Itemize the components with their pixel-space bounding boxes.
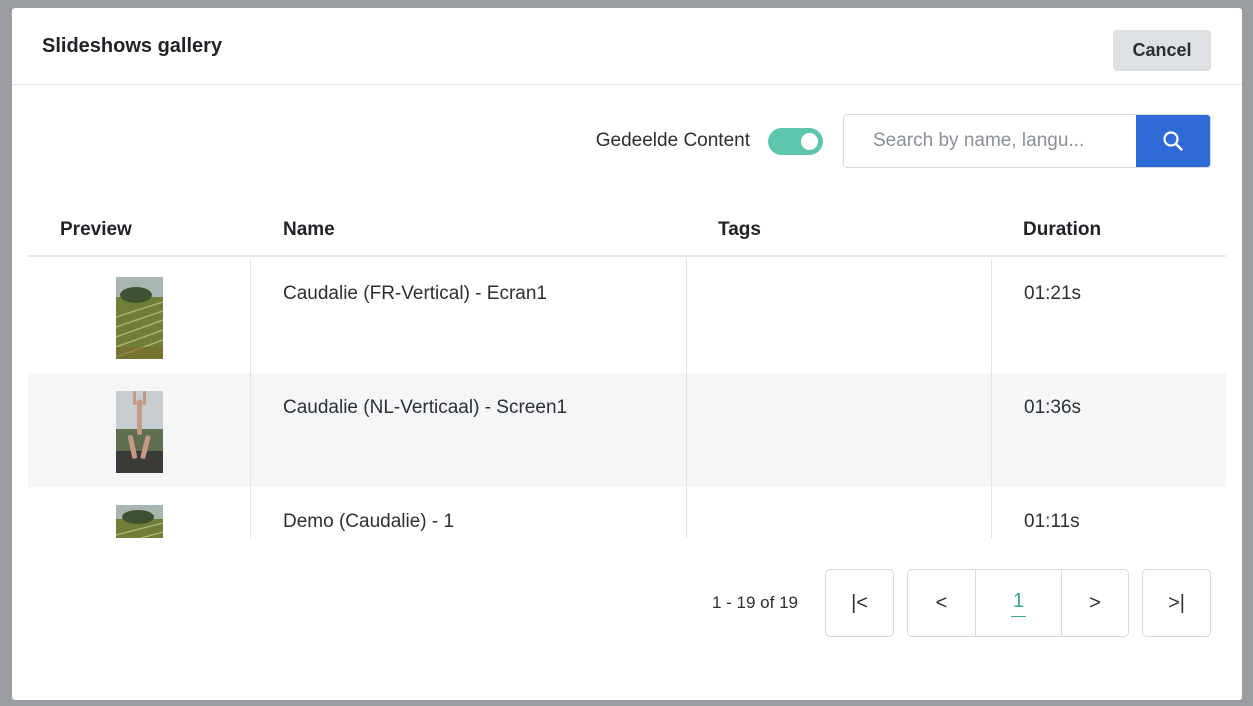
preview-cell — [28, 373, 251, 487]
cancel-button[interactable]: Cancel — [1113, 30, 1211, 71]
column-header-tags: Tags — [718, 219, 761, 240]
search-input[interactable] — [844, 115, 1136, 167]
chevron-right-icon: > — [1089, 591, 1101, 614]
previous-page-button[interactable]: < — [908, 570, 975, 636]
column-header-preview: Preview — [60, 219, 132, 240]
table-header: Preview Name Tags Duration — [28, 211, 1226, 257]
name-cell: Demo (Caudalie) - 1 — [251, 487, 687, 538]
current-page-number: 1 — [1010, 590, 1027, 617]
tags-cell — [687, 487, 992, 538]
slideshow-thumbnail — [116, 391, 163, 473]
toolbar: Gedeelde Content — [596, 114, 1211, 168]
name-cell: Caudalie (FR-Vertical) - Ecran1 — [251, 259, 687, 373]
search-button[interactable] — [1136, 115, 1210, 167]
page-number-button[interactable]: 1 — [975, 570, 1061, 636]
search-box — [843, 114, 1211, 168]
chevron-left-icon: < — [935, 591, 948, 614]
table-row[interactable]: Demo (Caudalie) - 1 01:11s — [28, 487, 1226, 538]
next-page-button[interactable]: > — [1061, 570, 1128, 636]
page-range-label: 1 - 19 of 19 — [711, 593, 798, 612]
slideshow-name: Demo (Caudalie) - 1 — [283, 511, 455, 532]
column-header-name: Name — [283, 219, 335, 240]
duration-cell: 01:36s — [992, 373, 1226, 487]
preview-cell — [28, 259, 251, 373]
slideshow-name: Caudalie (FR-Vertical) - Ecran1 — [283, 283, 547, 304]
modal-title: Slideshows gallery — [42, 35, 223, 57]
tags-cell — [687, 259, 992, 373]
duration-cell: 01:21s — [992, 259, 1226, 373]
modal-header: Slideshows gallery Cancel — [12, 8, 1242, 85]
tags-cell — [687, 373, 992, 487]
page-navigation-group: < 1 > — [907, 569, 1129, 637]
slideshows-gallery-modal: Slideshows gallery Cancel Gedeelde Conte… — [12, 8, 1242, 700]
shared-content-label: Gedeelde Content — [595, 130, 750, 151]
slideshow-duration: 01:11s — [1024, 511, 1080, 532]
first-page-icon: |< — [851, 591, 868, 614]
table-row[interactable]: Caudalie (FR-Vertical) - Ecran1 01:21s — [28, 259, 1226, 373]
name-cell: Caudalie (NL-Verticaal) - Screen1 — [251, 373, 687, 487]
table-row[interactable]: Caudalie (NL-Verticaal) - Screen1 01:36s — [28, 373, 1226, 487]
table-body: Caudalie (FR-Vertical) - Ecran1 01:21s C… — [28, 259, 1226, 538]
duration-cell: 01:11s — [992, 487, 1226, 538]
preview-cell — [28, 487, 251, 538]
first-page-button[interactable]: |< — [825, 569, 894, 637]
shared-content-toggle[interactable] — [768, 127, 823, 155]
column-header-duration: Duration — [1023, 219, 1102, 240]
search-icon — [1162, 130, 1184, 152]
slideshow-thumbnail — [116, 505, 163, 538]
pagination: 1 - 19 of 19 |< < 1 > >| — [712, 569, 1211, 637]
slideshow-duration: 01:36s — [1024, 397, 1082, 418]
last-page-button[interactable]: >| — [1142, 569, 1211, 637]
last-page-icon: >| — [1168, 591, 1185, 614]
slideshow-name: Caudalie (NL-Verticaal) - Screen1 — [283, 397, 568, 418]
slideshow-thumbnail — [116, 277, 163, 359]
toggle-knob — [801, 132, 818, 150]
slideshow-duration: 01:21s — [1024, 283, 1082, 304]
